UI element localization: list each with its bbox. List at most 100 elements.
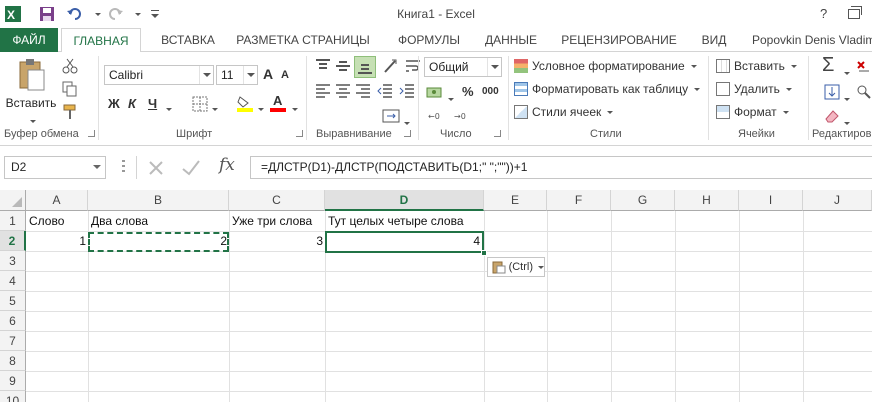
font-size-select[interactable]: 11 — [216, 65, 258, 85]
column-header-g[interactable]: G — [611, 190, 675, 211]
merge-dropdown-icon[interactable] — [402, 114, 410, 128]
column-header-j[interactable]: J — [803, 190, 872, 211]
thousands-separator-button[interactable]: 000 — [482, 86, 499, 97]
cell-b1[interactable]: Два слова — [89, 211, 150, 231]
fill-icon[interactable] — [824, 84, 840, 103]
row-header-9[interactable]: 9 — [0, 371, 26, 391]
currency-dropdown-icon[interactable] — [446, 90, 454, 104]
cell-c2[interactable]: 3 — [230, 231, 325, 251]
cell-c1[interactable]: Уже три слова — [230, 211, 314, 231]
row-header-7[interactable]: 7 — [0, 331, 26, 351]
row-header-8[interactable]: 8 — [0, 351, 26, 371]
name-box[interactable]: D2 — [4, 156, 106, 179]
font-color-dropdown-icon[interactable] — [290, 100, 298, 114]
delete-cells-button[interactable]: Удалить — [716, 82, 792, 96]
format-as-table-button[interactable]: Форматировать как таблицу — [514, 82, 701, 96]
cell-a1[interactable]: Слово — [27, 211, 66, 231]
align-left-icon[interactable] — [314, 82, 332, 101]
font-color-button[interactable]: A — [270, 92, 286, 112]
shrink-font-button[interactable]: A — [281, 69, 289, 81]
number-launcher-icon[interactable] — [494, 130, 501, 137]
column-header-c[interactable]: C — [229, 190, 325, 211]
fill-color-icon[interactable] — [236, 94, 254, 115]
format-cells-button[interactable]: Формат — [716, 105, 789, 119]
align-center-icon[interactable] — [334, 82, 352, 101]
percent-button[interactable]: % — [462, 84, 474, 99]
decrease-decimal-icon[interactable]: →0 — [454, 108, 474, 125]
column-header-a[interactable]: A — [26, 190, 88, 211]
tab-review[interactable]: РЕЦЕНЗИРОВАНИЕ — [556, 28, 682, 52]
underline-button[interactable]: Ч — [148, 96, 157, 111]
row-header-3[interactable]: 3 — [0, 251, 26, 271]
column-header-h[interactable]: H — [675, 190, 739, 211]
tab-file[interactable]: ФАЙЛ — [0, 28, 58, 52]
paste-options-button[interactable]: (Ctrl) — [487, 257, 545, 277]
copy-icon[interactable] — [62, 81, 78, 100]
align-top-icon[interactable] — [314, 58, 332, 77]
cell-d1[interactable]: Тут целых четыре слова — [326, 211, 466, 231]
grow-font-button[interactable]: A — [263, 66, 273, 82]
row-header-10[interactable]: 10 — [0, 391, 26, 402]
row-header-4[interactable]: 4 — [0, 271, 26, 291]
tab-page-layout[interactable]: РАЗМЕТКА СТРАНИЦЫ — [230, 28, 376, 52]
bold-button[interactable]: Ж — [108, 96, 120, 111]
row-header-1[interactable]: 1 — [0, 211, 26, 231]
tab-formulas[interactable]: ФОРМУЛЫ — [388, 28, 470, 52]
cell-a2[interactable]: 1 — [27, 231, 88, 251]
cut-icon[interactable] — [62, 58, 78, 77]
borders-dropdown-icon[interactable] — [210, 100, 218, 114]
autosum-button[interactable]: Σ — [822, 54, 834, 77]
row-header-5[interactable]: 5 — [0, 291, 26, 311]
tab-home[interactable]: ГЛАВНАЯ — [61, 28, 141, 53]
column-header-i[interactable]: I — [739, 190, 803, 211]
column-header-d[interactable]: D — [325, 190, 484, 211]
wrap-text-icon[interactable] — [404, 58, 422, 77]
insert-cells-button[interactable]: Вставить — [716, 59, 797, 73]
fill-dropdown-icon[interactable] — [842, 90, 850, 104]
column-header-b[interactable]: B — [88, 190, 229, 211]
increase-indent-icon[interactable] — [398, 82, 416, 101]
tab-data[interactable]: ДАННЫЕ — [476, 28, 546, 52]
insert-function-button[interactable]: fx — [219, 155, 235, 175]
align-right-icon[interactable] — [354, 82, 372, 101]
text-orientation-icon[interactable] — [382, 58, 400, 77]
decrease-indent-icon[interactable] — [376, 82, 394, 101]
column-header-f[interactable]: F — [547, 190, 611, 211]
cancel-icon[interactable] — [147, 159, 165, 180]
name-box-dropdown-icon[interactable] — [93, 165, 101, 169]
align-bottom-icon[interactable] — [354, 56, 376, 78]
clear-dropdown-icon[interactable] — [842, 114, 850, 128]
autosum-dropdown-icon[interactable] — [842, 64, 850, 78]
alignment-launcher-icon[interactable] — [404, 130, 411, 137]
font-name-select[interactable]: Calibri — [104, 65, 214, 85]
font-launcher-icon[interactable] — [296, 130, 303, 137]
fill-handle[interactable] — [481, 250, 487, 256]
clear-icon[interactable] — [824, 108, 840, 127]
enter-icon[interactable] — [181, 159, 201, 180]
currency-format-icon[interactable] — [426, 84, 444, 103]
tab-view[interactable]: ВИД — [694, 28, 734, 52]
find-select-icon[interactable] — [856, 84, 872, 103]
fill-color-dropdown-icon[interactable] — [256, 100, 264, 114]
formula-input[interactable]: =ДЛСТР(D1)-ДЛСТР(ПОДСТАВИТЬ(D1;" ";""))+… — [250, 156, 872, 179]
restore-window-icon[interactable] — [848, 6, 862, 19]
paste-button[interactable]: Вставить — [4, 56, 58, 123]
format-painter-icon[interactable] — [62, 104, 78, 123]
row-header-2[interactable]: 2 — [0, 231, 26, 251]
italic-button[interactable]: К — [128, 96, 136, 111]
align-middle-icon[interactable] — [334, 58, 352, 77]
cell-styles-button[interactable]: Стили ячеек — [514, 105, 614, 119]
sort-filter-icon[interactable] — [856, 60, 870, 74]
underline-dropdown-icon[interactable] — [164, 100, 172, 114]
select-all-button[interactable] — [0, 190, 26, 211]
tab-insert[interactable]: ВСТАВКА — [150, 28, 226, 52]
number-format-select[interactable]: Общий — [424, 57, 502, 77]
increase-decimal-icon[interactable]: ←0 — [428, 108, 448, 125]
conditional-formatting-button[interactable]: Условное форматирование — [514, 59, 697, 73]
column-header-e[interactable]: E — [484, 190, 547, 211]
help-icon[interactable]: ? — [820, 6, 827, 21]
user-name[interactable]: Popovkin Denis Vladim — [752, 28, 872, 52]
borders-icon[interactable] — [192, 96, 208, 115]
merge-cells-icon[interactable] — [382, 108, 400, 127]
clipboard-launcher-icon[interactable] — [88, 130, 95, 137]
